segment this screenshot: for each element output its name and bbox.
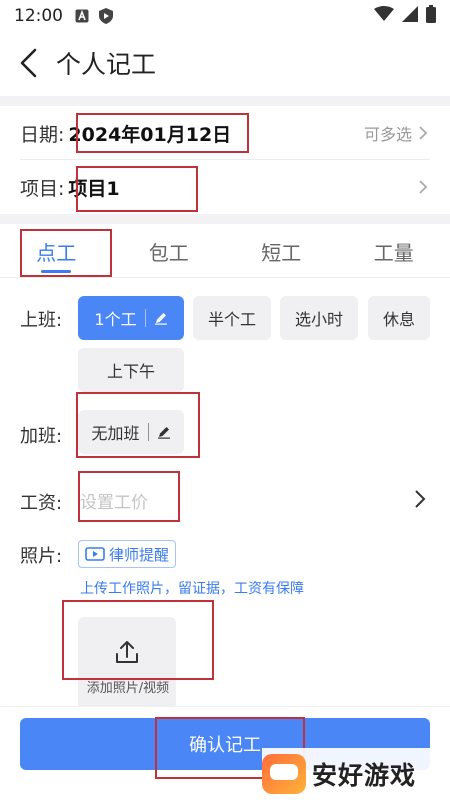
photo-tip: 上传工作照片，留证据，工资有保障 (80, 581, 304, 597)
tab-point-work[interactable]: 点工 (0, 226, 113, 277)
upload-label: 添加照片/视频 (86, 681, 170, 696)
confirm-button-label: 确认记工 (189, 735, 261, 756)
tab-work-quantity[interactable]: 工量 (338, 226, 450, 277)
tab-label: 包工 (148, 241, 189, 265)
date-label: 日期: (20, 123, 65, 146)
chip-label: 半个工 (207, 310, 256, 329)
chip-label: 上下午 (106, 362, 155, 381)
cellular-signal-icon (402, 6, 418, 26)
chip-label: 无加班 (91, 424, 140, 443)
page-title: 个人记工 (56, 50, 157, 79)
tab-short-work[interactable]: 短工 (225, 226, 338, 277)
multi-select-label[interactable]: 可多选 (364, 121, 412, 145)
tab-label: 工量 (373, 241, 414, 265)
lawyer-reminder-tag[interactable]: 律师提醒 (78, 540, 177, 568)
watermark-text: 安好游戏 (312, 761, 417, 790)
chip-separator (147, 423, 149, 441)
date-value[interactable]: 2024年01月12日 (68, 120, 231, 147)
chevron-right-icon[interactable] (414, 489, 426, 509)
status-bar: 12:00 (0, 0, 450, 32)
shift-option-rest[interactable]: 休息 (368, 296, 430, 340)
edit-pencil-icon[interactable] (157, 425, 171, 439)
video-play-icon (85, 547, 105, 561)
project-value[interactable]: 项目1 (68, 174, 119, 201)
divider (20, 159, 430, 160)
lawyer-tag-label: 律师提醒 (109, 545, 170, 564)
app-header: 个人记工 (0, 36, 450, 90)
shift-option-select-hours[interactable]: 选小时 (280, 296, 358, 340)
battery-icon (426, 5, 436, 27)
wage-input[interactable]: 设置工价 (80, 488, 148, 513)
section-gap (0, 214, 450, 224)
section-gap (0, 96, 450, 106)
chip-separator (144, 309, 146, 327)
shift-label: 上班: (20, 310, 63, 331)
chip-label: 1个工 (94, 310, 137, 329)
photo-label: 照片: (20, 546, 63, 567)
overtime-option-none[interactable]: 无加班 (78, 410, 184, 454)
tab-label: 短工 (261, 241, 302, 265)
overtime-label: 加班: (20, 426, 63, 447)
chevron-right-icon (419, 126, 428, 140)
tab-contract-work[interactable]: 包工 (113, 226, 226, 277)
work-type-tabs: 点工 包工 短工 工量 (0, 226, 450, 278)
chip-label: 选小时 (294, 310, 343, 329)
wifi-icon (374, 6, 394, 26)
upload-icon (116, 641, 138, 663)
wage-label: 工资: (20, 493, 63, 514)
tab-label: 点工 (36, 241, 77, 265)
watermark: 安好游戏 (262, 748, 450, 800)
chevron-right-icon (419, 180, 428, 194)
edit-pencil-icon[interactable] (154, 311, 168, 325)
chevron-left-icon (20, 48, 37, 78)
active-tab-indicator (41, 270, 72, 273)
notification-a-icon (75, 9, 89, 23)
status-time: 12:00 (14, 6, 63, 26)
shift-option-morning-afternoon[interactable]: 上下午 (78, 348, 184, 392)
shift-option-one-day[interactable]: 1个工 (78, 296, 184, 340)
project-label: 项目: (20, 177, 65, 200)
shield-play-icon (99, 8, 113, 24)
project-row[interactable]: 项目: 项目1 (0, 162, 450, 212)
watermark-logo-icon (262, 754, 306, 794)
date-row[interactable]: 日期: 2024年01月12日 可多选 (0, 108, 450, 158)
chip-label: 休息 (382, 310, 415, 329)
back-button[interactable] (0, 36, 56, 90)
shift-option-half-day[interactable]: 半个工 (193, 296, 271, 340)
